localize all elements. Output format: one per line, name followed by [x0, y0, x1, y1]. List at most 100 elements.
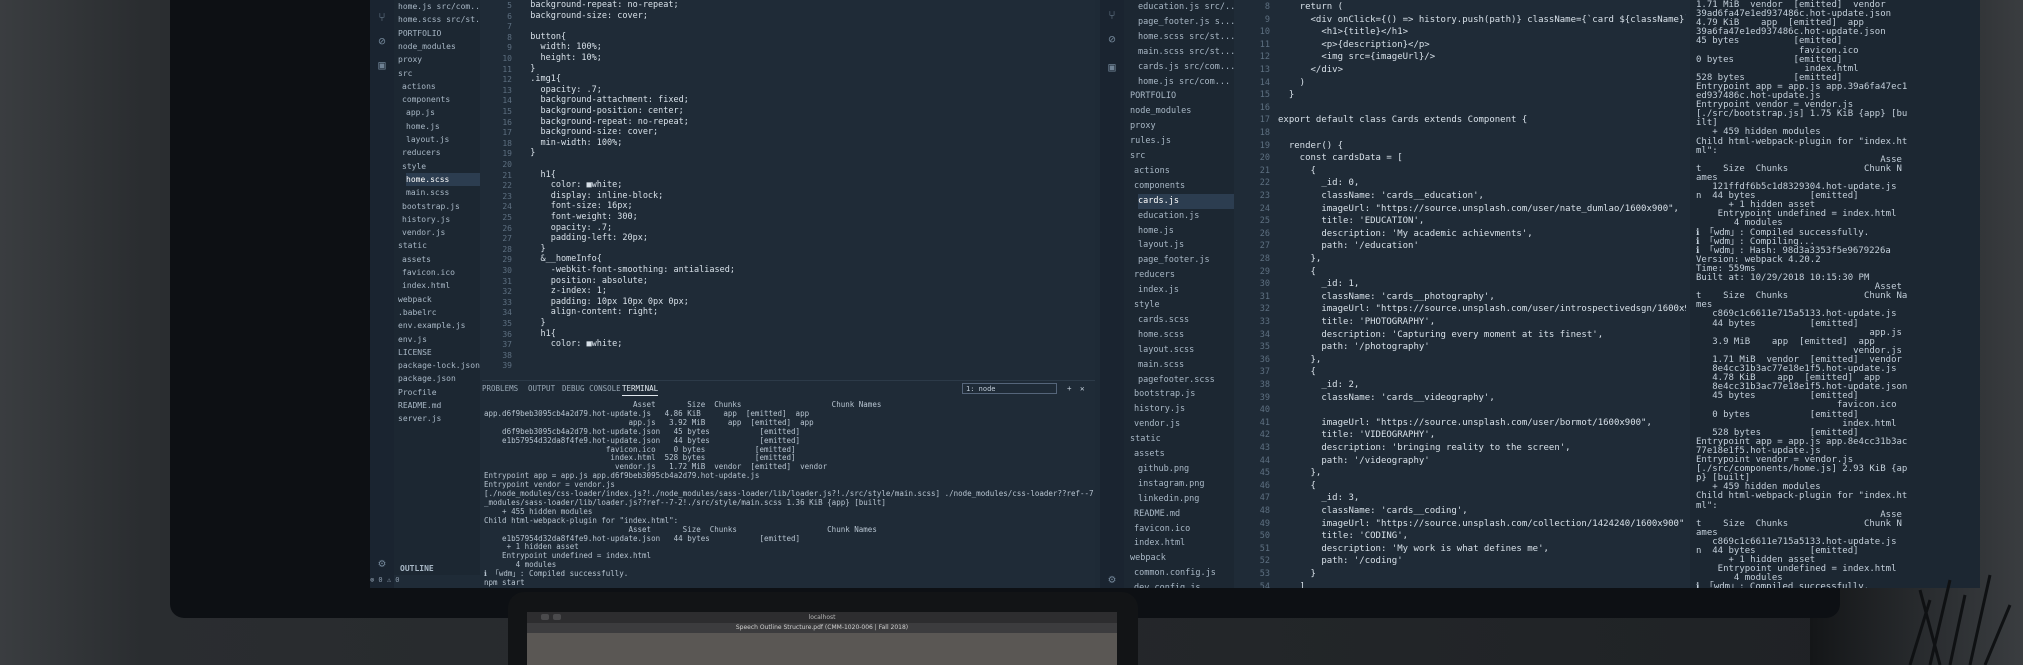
explorer-item[interactable]: page_footer.js s... [1138, 15, 1234, 30]
explorer-item[interactable]: package.json [398, 372, 456, 385]
explorer-item[interactable]: vendor.js [402, 226, 445, 239]
explorer-item[interactable]: static [1130, 432, 1161, 447]
explorer-item[interactable]: actions [402, 80, 436, 93]
browser-address[interactable]: localhost [527, 612, 1117, 623]
explorer-item[interactable]: assets [1134, 447, 1165, 462]
explorer-item[interactable]: vendor.js [1134, 417, 1180, 432]
explorer-item[interactable]: layout.scss [1138, 343, 1194, 358]
explorer-item[interactable]: components [402, 93, 450, 106]
explorer-item[interactable]: pagefooter.scss [1138, 373, 1215, 388]
explorer-item[interactable]: index.js [1138, 283, 1179, 298]
explorer-item[interactable]: node_modules [398, 40, 456, 53]
left-terminal-output[interactable]: Asset Size Chunks Chunk Names app.d6f9beb… [482, 400, 1095, 588]
source-control-icon[interactable]: ⑂ [375, 10, 389, 24]
code-line: background-position: center; [520, 106, 684, 116]
explorer-item[interactable]: history.js [1134, 402, 1185, 417]
explorer-item[interactable]: index.html [402, 279, 450, 292]
explorer-item[interactable]: dev.config.js [1134, 581, 1201, 588]
explorer-item[interactable]: cards.js src/com... [1138, 60, 1234, 75]
outline-section[interactable]: OUTLINE [400, 562, 434, 575]
line-number: 12 [502, 75, 512, 85]
explorer-item[interactable]: server.js [398, 412, 441, 425]
explorer-item[interactable]: env.js [398, 333, 427, 346]
explorer-item[interactable]: main.scss src/st... [1138, 45, 1234, 60]
line-number: 9 [507, 43, 512, 53]
explorer-item[interactable]: home.scss src/st... [1138, 30, 1234, 45]
left-code-editor[interactable]: 5 6 7 8 9 10 11 12 13 14 15 16 17 18 19 20 21 22 23 24 25 26 2… [482, 0, 1095, 372]
explorer-item[interactable]: src [398, 67, 412, 80]
explorer-item[interactable]: education.js src/... [1138, 0, 1234, 15]
explorer-item[interactable]: page_footer.js [1138, 253, 1210, 268]
explorer-item[interactable]: env.example.js [398, 319, 465, 332]
right-terminal-output[interactable]: 1.71 MiB vendor [emitted] vendor 39ad6fa4… [1690, 0, 1980, 588]
explorer-item[interactable]: reducers [402, 146, 441, 159]
explorer-item[interactable]: rules.js [1130, 134, 1171, 149]
debug-icon[interactable]: ⊘ [1105, 32, 1119, 46]
explorer-item[interactable]: home.scss [1138, 328, 1184, 343]
explorer-item[interactable]: favicon.ico [1134, 522, 1190, 537]
debug-icon[interactable]: ⊘ [375, 34, 389, 48]
explorer-item[interactable]: home.scss src/st... [398, 13, 480, 26]
extensions-icon[interactable]: ▣ [375, 58, 389, 72]
explorer-item[interactable]: common.config.js [1134, 566, 1216, 581]
explorer-item[interactable]: style [402, 160, 426, 173]
explorer-item[interactable]: home.scss [406, 172, 480, 186]
explorer-item[interactable]: home.js src/com... [1138, 75, 1230, 90]
explorer-item[interactable]: proxy [398, 53, 422, 66]
add-terminal-icon[interactable]: + [1067, 383, 1072, 395]
explorer-item[interactable]: package-lock.json [398, 359, 480, 372]
explorer-item[interactable]: .babelrc [398, 306, 437, 319]
explorer-item[interactable]: src [1130, 149, 1145, 164]
tab-terminal[interactable]: TERMINAL [622, 383, 659, 396]
explorer-item[interactable]: favicon.ico [402, 266, 455, 279]
browser-tab-title[interactable]: Speech Outline Structure.pdf (CMM-1020-0… [527, 623, 1117, 633]
settings-gear-icon[interactable]: ⚙ [375, 556, 389, 570]
settings-gear-icon[interactable]: ⚙ [1105, 572, 1119, 586]
tab-debug-console[interactable]: DEBUG CONSOLE [562, 383, 621, 395]
explorer-item[interactable]: history.js [402, 213, 450, 226]
right-code-editor[interactable]: 8 9 10 11 12 13 14 15 16 17 18 19 20 21 22 23 24 25 26 27 28… [1236, 0, 1686, 588]
explorer-item[interactable]: style [1134, 298, 1160, 313]
explorer-item[interactable]: proxy [1130, 119, 1156, 134]
explorer-item[interactable]: instagram.png [1138, 477, 1205, 492]
explorer-item[interactable]: node_modules [1130, 104, 1191, 119]
explorer-item[interactable]: main.scss [1138, 358, 1184, 373]
explorer-item[interactable]: static [398, 239, 427, 252]
explorer-item[interactable]: github.png [1138, 462, 1189, 477]
explorer-item[interactable]: bootstrap.js [402, 200, 460, 213]
explorer-item[interactable]: reducers [1134, 268, 1175, 283]
explorer-item[interactable]: bootstrap.js [1134, 387, 1195, 402]
explorer-item[interactable]: layout.js [1138, 238, 1184, 253]
explorer-item[interactable]: index.html [1134, 536, 1185, 551]
close-panel-icon[interactable]: ✕ [1080, 383, 1085, 395]
explorer-item[interactable]: education.js [1138, 209, 1199, 224]
explorer-item[interactable]: webpack [1130, 551, 1166, 566]
explorer-item[interactable]: cards.js [1138, 193, 1234, 209]
explorer-item[interactable]: Procfile [398, 386, 437, 399]
explorer-item[interactable]: app.js [406, 106, 435, 119]
tab-problems[interactable]: PROBLEMS [482, 383, 518, 395]
problems-status[interactable]: ⊗ 0 ⚠ 0 [370, 576, 400, 584]
explorer-item[interactable]: assets [402, 253, 431, 266]
explorer-item[interactable]: layout.js [406, 133, 449, 146]
terminal-line: Child html-webpack-plugin for "index.ht [1696, 491, 1908, 502]
explorer-item[interactable]: main.scss [406, 186, 449, 199]
explorer-item[interactable]: linkedin.png [1138, 492, 1199, 507]
explorer-item[interactable]: LICENSE [398, 346, 432, 359]
explorer-item[interactable]: actions [1134, 164, 1170, 179]
source-control-icon[interactable]: ⑂ [1105, 8, 1119, 22]
explorer-item[interactable]: README.md [1134, 507, 1180, 522]
explorer-item[interactable]: home.js [406, 120, 440, 133]
tab-output[interactable]: OUTPUT [528, 383, 555, 395]
explorer-item[interactable]: cards.scss [1138, 313, 1189, 328]
explorer-item[interactable]: home.js [1138, 224, 1174, 239]
explorer-item[interactable]: home.js src/com... [398, 0, 480, 13]
terminal-select[interactable]: 1: node [962, 383, 1057, 394]
explorer-item[interactable]: PORTFOLIO [1130, 89, 1176, 104]
left-file-explorer: home.js src/com...home.scss src/st...POR… [394, 0, 480, 575]
explorer-item[interactable]: webpack [398, 293, 432, 306]
explorer-item[interactable]: PORTFOLIO [398, 27, 441, 40]
extensions-icon[interactable]: ▣ [1105, 60, 1119, 74]
explorer-item[interactable]: README.md [398, 399, 441, 412]
explorer-item[interactable]: components [1134, 179, 1185, 194]
